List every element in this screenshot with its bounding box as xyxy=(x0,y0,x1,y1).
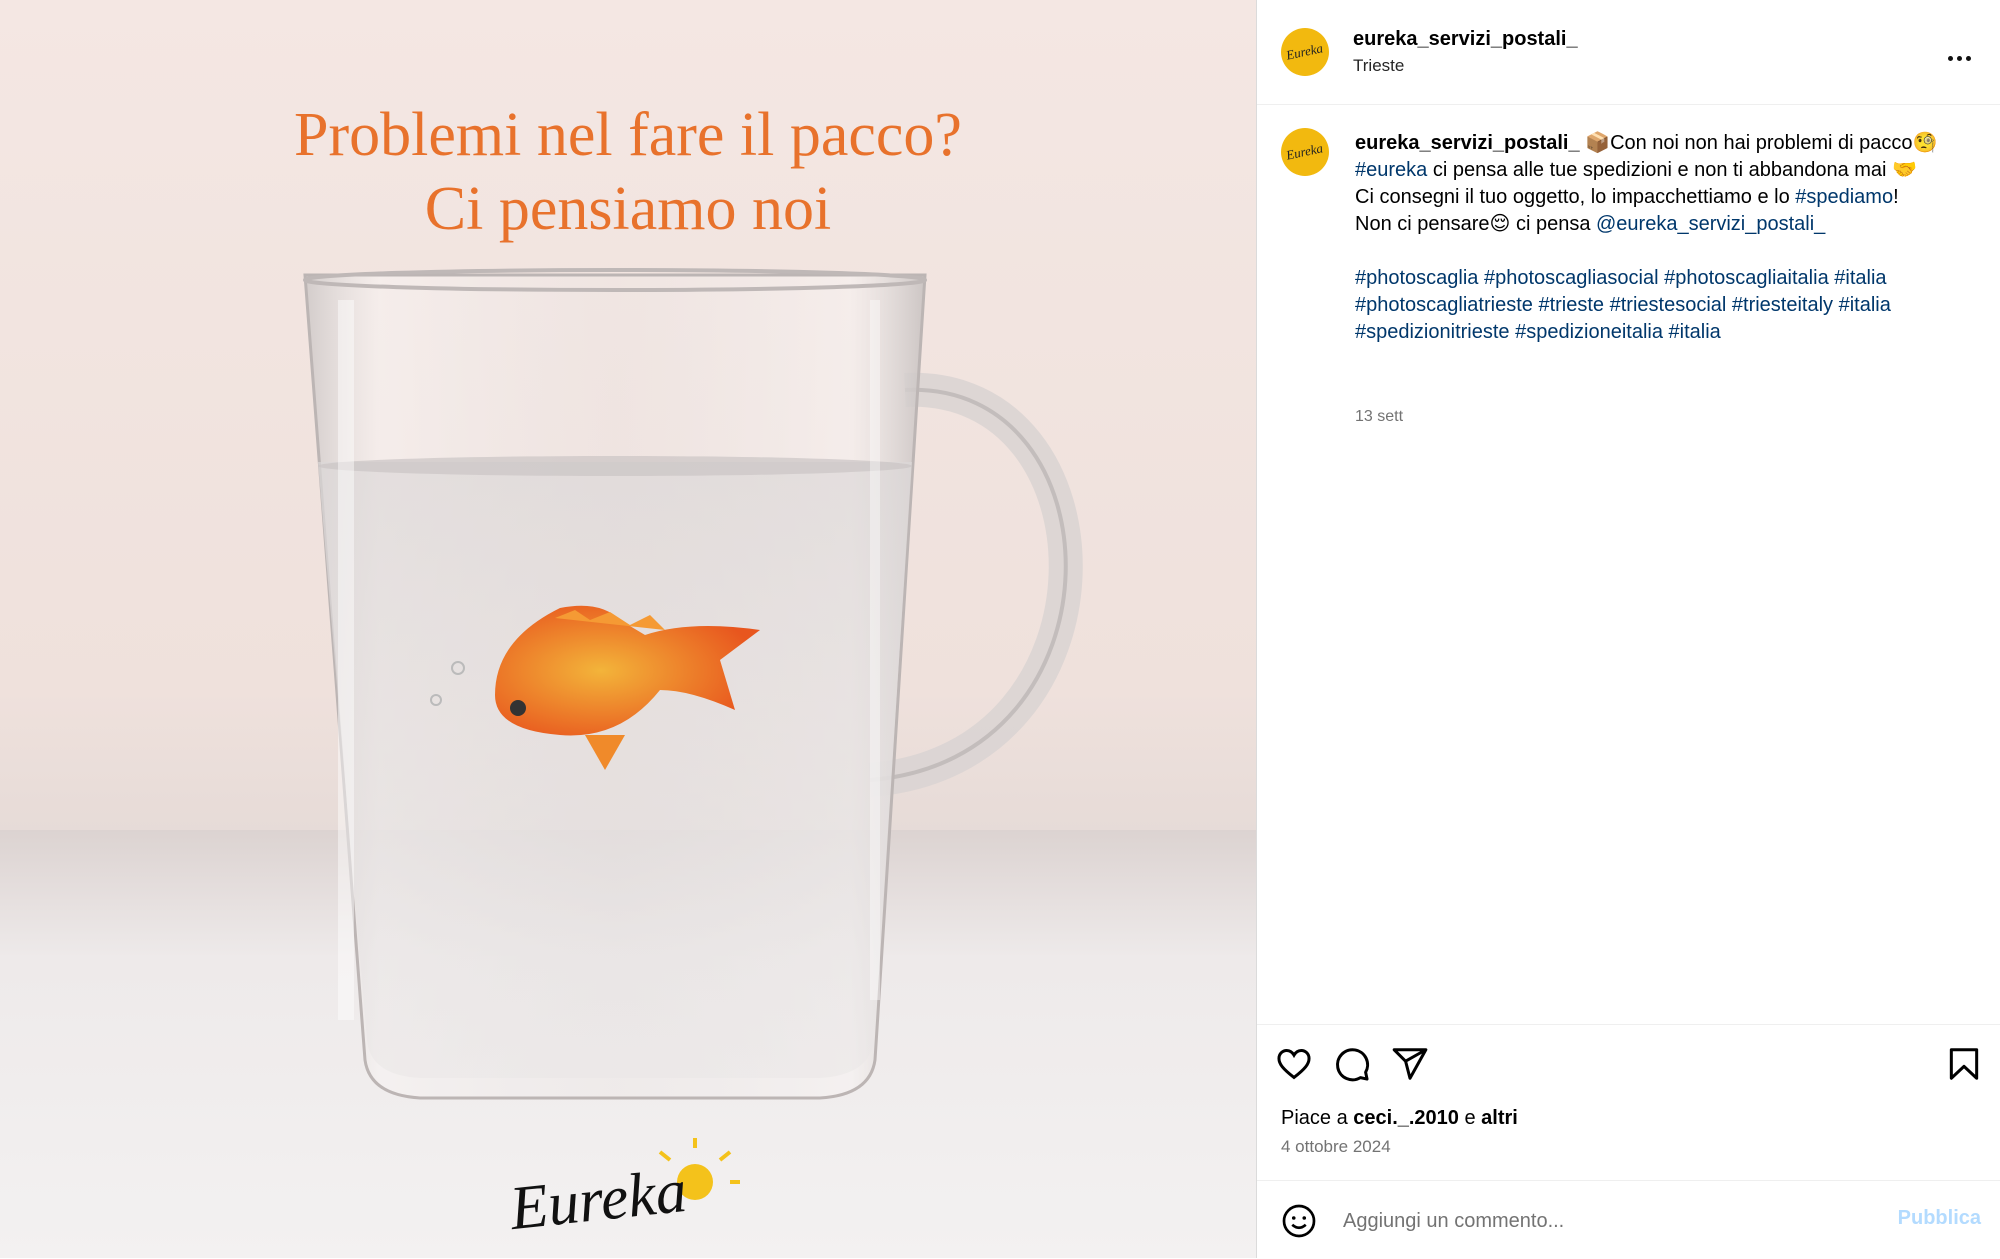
caption-avatar[interactable]: Eureka xyxy=(1281,128,1329,176)
avatar-logo-text: Eureka xyxy=(1285,40,1325,63)
header-avatar[interactable]: Eureka xyxy=(1281,28,1329,76)
bookmark-icon[interactable] xyxy=(1945,1045,1983,1083)
instagram-post: Problemi nel fare il pacco? Ci pensiamo … xyxy=(0,0,2000,1258)
comment-icon[interactable] xyxy=(1333,1045,1371,1083)
header-username[interactable]: eureka_servizi_postali_ xyxy=(1353,28,1578,51)
hashtag-link[interactable]: #photoscagliaitalia xyxy=(1664,267,1829,289)
post-header: Eureka eureka_servizi_postali_ Trieste xyxy=(1257,0,2000,105)
hashtag-link[interactable]: #italia xyxy=(1839,294,1891,316)
caption-text-1: Con noi non hai problemi di pacco xyxy=(1610,132,1913,154)
handshake-emoji: 🤝 xyxy=(1892,159,1917,181)
hashtag-link[interactable]: #spedizioneitalia xyxy=(1515,321,1663,343)
headline-line-2: Ci pensiamo noi xyxy=(424,175,832,243)
likes-others-link[interactable]: altri xyxy=(1481,1107,1518,1129)
mention-link[interactable]: @eureka_servizi_postali_ xyxy=(1596,213,1825,235)
likes-middle: e xyxy=(1458,1107,1482,1129)
hashtag-link[interactable]: #photoscagliasocial xyxy=(1484,267,1659,289)
headline-line-1: Problemi nel fare il pacco? xyxy=(294,101,962,169)
hashtag-list: #photoscaglia #photoscagliasocial #photo… xyxy=(1355,265,1965,346)
caption-time[interactable]: 13 sett xyxy=(1355,408,1403,426)
share-icon[interactable] xyxy=(1391,1045,1429,1083)
header-location[interactable]: Trieste xyxy=(1353,56,1404,76)
avatar-logo-text: Eureka xyxy=(1285,140,1325,163)
hashtag-link[interactable]: #spedizionitrieste xyxy=(1355,321,1510,343)
comment-bar: Pubblica xyxy=(1257,1180,2000,1259)
hashtag-link[interactable]: #photoscaglia xyxy=(1355,267,1478,289)
liker-username[interactable]: ceci._.2010 xyxy=(1353,1107,1459,1129)
post-date[interactable]: 4 ottobre 2024 xyxy=(1281,1137,1391,1157)
hashtag-link[interactable]: #spediamo xyxy=(1795,186,1893,208)
hashtag-link[interactable]: #trieste xyxy=(1538,294,1604,316)
comment-input[interactable] xyxy=(1341,1201,1865,1241)
hashtag-link[interactable]: #triesteitaly xyxy=(1732,294,1833,316)
caption-text-3: Ci consegni il tuo oggetto, lo impacchet… xyxy=(1355,186,1796,208)
monocle-emoji: 🧐 xyxy=(1912,132,1938,154)
caption-text-3-end: ! xyxy=(1893,186,1899,208)
caption-text-2: ci pensa alle tue spedizioni e non ti ab… xyxy=(1427,159,1893,181)
hashtag-link[interactable]: #italia xyxy=(1834,267,1886,289)
hashtag-link[interactable]: #triestesocial xyxy=(1610,294,1727,316)
post-details-panel: Eureka eureka_servizi_postali_ Trieste E… xyxy=(1256,0,2000,1258)
likes-summary: Piace a ceci._.2010 e altri xyxy=(1281,1107,1518,1130)
caption-text-4b: ci pensa xyxy=(1510,213,1596,235)
more-options-icon[interactable] xyxy=(1946,48,1976,61)
relieved-emoji: 😌 xyxy=(1489,213,1511,235)
likes-prefix: Piace a xyxy=(1281,1107,1354,1129)
hashtag-link[interactable]: #italia xyxy=(1669,321,1721,343)
caption-area: Eureka eureka_servizi_postali_ 📦Con noi … xyxy=(1257,104,2000,1024)
hashtag-link[interactable]: #photoscagliatrieste xyxy=(1355,294,1533,316)
image-headline: Problemi nel fare il pacco? Ci pensiamo … xyxy=(0,98,1256,246)
caption-text-4: Non ci pensare xyxy=(1355,213,1490,235)
action-bar: Piace a ceci._.2010 e altri 4 ottobre 20… xyxy=(1257,1024,2000,1181)
post-image[interactable]: Problemi nel fare il pacco? Ci pensiamo … xyxy=(0,0,1256,1258)
emoji-picker-icon[interactable] xyxy=(1281,1203,1317,1239)
caption-username[interactable]: eureka_servizi_postali_ xyxy=(1355,132,1580,154)
publish-button[interactable]: Pubblica xyxy=(1898,1207,1981,1230)
heart-icon[interactable] xyxy=(1275,1045,1313,1083)
package-emoji: 📦 xyxy=(1585,132,1611,154)
post-caption: eureka_servizi_postali_ 📦Con noi non hai… xyxy=(1355,130,1965,346)
hashtag-link[interactable]: #eureka xyxy=(1355,159,1427,181)
